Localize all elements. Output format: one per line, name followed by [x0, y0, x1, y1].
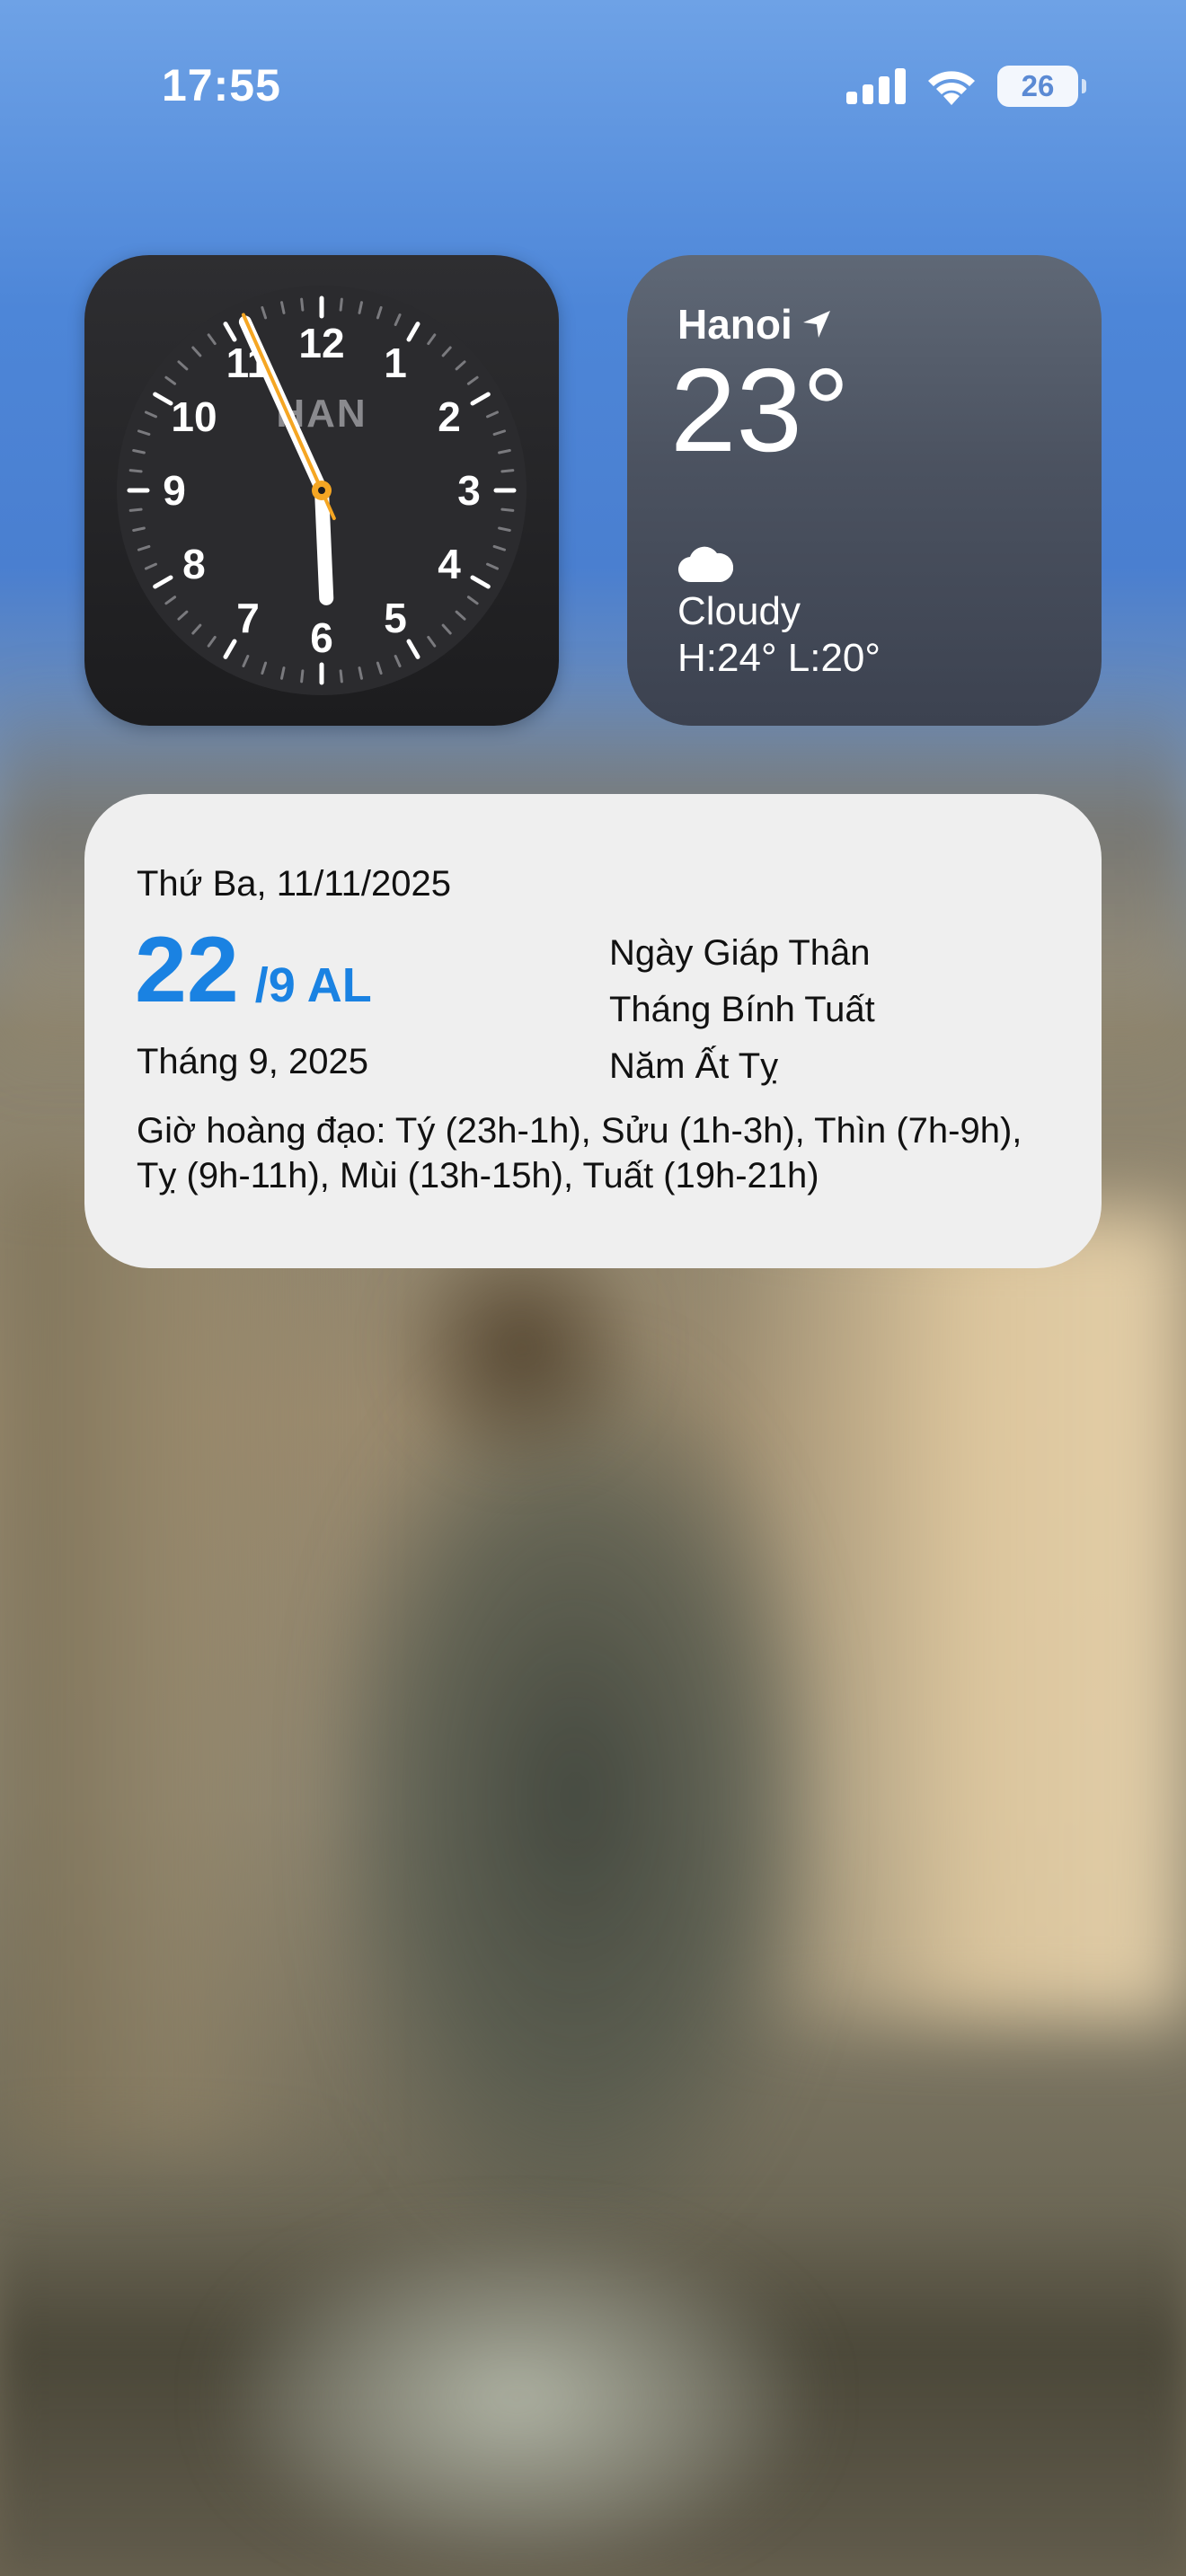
- solar-date: Thứ Ba, 11/11/2025: [137, 864, 451, 904]
- clock-widget[interactable]: 12 1 2 3 4 5 6 7 8 9 10 11 HAN: [84, 255, 559, 726]
- weather-location: Hanoi: [677, 300, 834, 348]
- battery-icon: 26: [997, 66, 1086, 107]
- weather-city: Hanoi: [677, 301, 792, 348]
- weather-temperature: 23°: [670, 344, 850, 476]
- can-chi-block: Ngày Giáp Thân Tháng Bính Tuất Năm Ất Tỵ: [609, 925, 875, 1095]
- lunar-calendar-widget[interactable]: Thứ Ba, 11/11/2025 22 /9 AL Tháng 9, 202…: [84, 794, 1102, 1268]
- lunar-month-year: Tháng 9, 2025: [137, 1042, 368, 1081]
- auspicious-hours: Giờ hoàng đạo: Tý (23h-1h), Sửu (1h-3h),…: [137, 1111, 1022, 1195]
- battery-cap: [1082, 79, 1086, 93]
- lunar-day: 22: [135, 918, 239, 1022]
- wifi-icon: [928, 71, 975, 105]
- weather-condition: Cloudy: [677, 589, 801, 633]
- clock-center-dot: [318, 487, 325, 494]
- clock-hands: [238, 313, 336, 605]
- cellular-signal-icon: [846, 68, 906, 104]
- status-time: 17:55: [162, 60, 281, 110]
- wallpaper-bottom-light: [225, 2228, 809, 2569]
- weather-widget[interactable]: Hanoi 23° Cloudy H:24° L:20°: [627, 255, 1102, 726]
- battery-level: 26: [1021, 69, 1055, 102]
- can-chi-month: Tháng Bính Tuất: [609, 990, 875, 1029]
- weather-high-low: H:24° L:20°: [677, 636, 881, 680]
- lunar-date: 22 /9 AL: [135, 923, 372, 1017]
- can-chi-year: Năm Ất Tỵ: [609, 1046, 779, 1086]
- cloud-icon: [677, 546, 733, 583]
- lunar-month: /9 AL: [254, 958, 372, 1012]
- status-icons: 26: [846, 63, 1086, 110]
- wallpaper-center-shade: [323, 1347, 827, 2245]
- location-arrow-icon: [802, 311, 830, 338]
- hour-hand: [314, 483, 334, 605]
- can-chi-day: Ngày Giáp Thân: [609, 933, 871, 973]
